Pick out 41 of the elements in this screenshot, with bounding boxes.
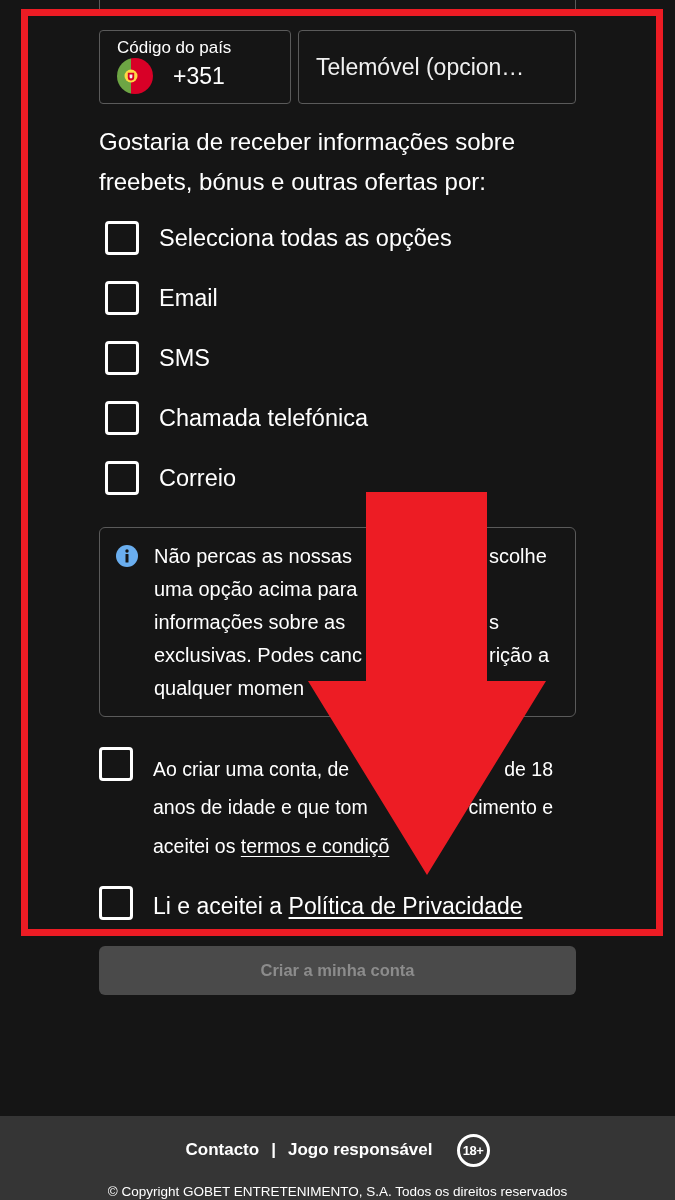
- info-text: s: [489, 611, 499, 634]
- flag-icon: [117, 58, 153, 94]
- phone-field[interactable]: Telemóvel (opcion…: [298, 30, 576, 104]
- info-text: qualquer momen: [154, 677, 306, 700]
- info-text: Não percas as nossas: [154, 545, 353, 568]
- agreement-text: cimento e: [468, 796, 553, 820]
- field-label: Código do país: [117, 38, 232, 58]
- agreement-link[interactable]: termos e condiçõ: [240, 834, 390, 858]
- agreement-text: aceitei os: [153, 834, 236, 858]
- info-text: scolhe: [489, 545, 547, 568]
- option-label: SMS: [159, 344, 210, 372]
- option-label: Chamada telefónica: [159, 404, 369, 432]
- agreement-link[interactable]: Política de Privacidade: [288, 892, 523, 920]
- option-label: Email: [159, 284, 218, 312]
- country-code-field[interactable]: Código do país +351: [99, 30, 291, 104]
- info-text: informações sobre as: [154, 611, 347, 634]
- field-value: +351: [173, 62, 225, 91]
- checkbox[interactable]: [105, 281, 139, 315]
- agreement-text: anos de idade e que tom: [153, 796, 368, 820]
- option-label: Correio: [159, 464, 237, 492]
- footer-link[interactable]: Contacto: [185, 1140, 260, 1160]
- agreement-text: de 18: [504, 757, 553, 781]
- agreement-text: Li e aceitei a: [153, 892, 283, 920]
- checkbox[interactable]: [105, 461, 139, 495]
- info-icon: [116, 545, 138, 567]
- info-text: rição a: [489, 644, 550, 667]
- info-text: uma opção acima para: [154, 578, 359, 601]
- checkbox[interactable]: [99, 886, 133, 920]
- age-restriction-badge: 18+: [456, 1133, 490, 1167]
- option-label: Selecciona todas as opções: [159, 224, 452, 252]
- footer-link[interactable]: Jogo responsável: [287, 1140, 433, 1160]
- copyright-text: © Copyright GOBET ENTRETENIMENTO, S.A. Todos os direitos reservados: [107, 1184, 568, 1200]
- checkbox[interactable]: [105, 401, 139, 435]
- link-separator: |: [271, 1140, 276, 1160]
- checkbox[interactable]: [105, 341, 139, 375]
- info-text: exclusivas. Podes canc: [154, 644, 363, 667]
- checkbox[interactable]: [105, 221, 139, 255]
- text-field[interactable]: [99, 0, 576, 9]
- checkbox[interactable]: [99, 747, 133, 781]
- consent-question: Gostaria de receber informações sobre freebets, bónus e outras ofertas por:: [99, 127, 517, 197]
- agreement-text: Ao criar uma conta, de: [153, 757, 350, 781]
